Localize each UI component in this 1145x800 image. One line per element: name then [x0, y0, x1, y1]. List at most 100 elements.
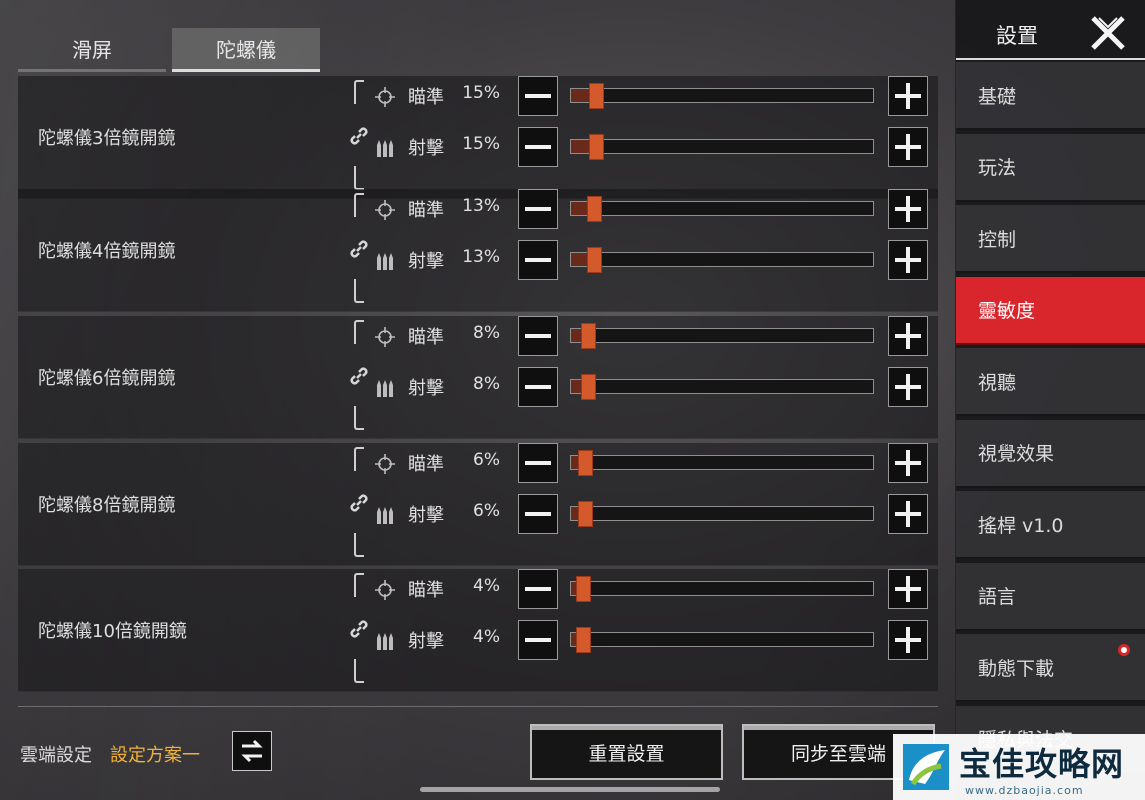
slider-thumb[interactable] [589, 134, 604, 160]
slider-thumb[interactable] [576, 627, 591, 653]
aim-percent: 13% [462, 196, 500, 216]
sidebar-item-label: 控制 [978, 228, 1017, 251]
decrease-button[interactable] [518, 443, 558, 483]
fire-percent: 15% [462, 134, 500, 154]
scrollbar[interactable] [420, 787, 720, 792]
slider-thumb[interactable] [587, 247, 602, 273]
sidebar-item[interactable]: 靈敏度 [956, 276, 1145, 345]
decrease-button[interactable] [518, 127, 558, 167]
decrease-button[interactable] [518, 76, 558, 116]
row-label: 陀螺儀4倍鏡開鏡 [38, 241, 176, 262]
ammo-icon [377, 140, 393, 157]
sidebar-item[interactable]: 基礎 [956, 62, 1145, 130]
fire-label: 射擊 [408, 505, 444, 526]
sidebar-item[interactable]: 動態下載 [956, 634, 1145, 702]
sidebar-item[interactable]: 視聽 [956, 348, 1145, 416]
link-icon[interactable] [347, 124, 371, 148]
close-icon[interactable] [1089, 14, 1127, 52]
sensitivity-row: 陀螺儀4倍鏡開鏡 瞄準 13% 射擊 13% [18, 189, 938, 312]
sidebar-item[interactable]: 語言 [956, 562, 1145, 631]
fire-slider[interactable] [570, 501, 874, 527]
slider-thumb[interactable] [576, 576, 591, 602]
slider-thumb[interactable] [581, 374, 596, 400]
aim-slider[interactable] [570, 450, 874, 476]
sidebar-item-label: 靈敏度 [978, 300, 1036, 322]
reset-settings-button[interactable]: 重置設置 [530, 724, 723, 780]
sidebar-item[interactable]: 玩法 [956, 133, 1145, 202]
increase-button[interactable] [888, 189, 928, 229]
aim-slider[interactable] [570, 576, 874, 602]
fire-slider[interactable] [570, 247, 874, 273]
minus-icon [525, 94, 551, 98]
increase-button[interactable] [888, 240, 928, 280]
bracket [354, 320, 364, 344]
increase-button[interactable] [888, 569, 928, 609]
tab-gyroscope[interactable]: 陀螺儀 [172, 28, 320, 72]
aim-label: 瞄準 [408, 327, 444, 348]
crosshair-icon [375, 454, 395, 474]
fire-control: 射擊 13% [374, 240, 934, 280]
row-label: 陀螺儀8倍鏡開鏡 [38, 495, 176, 516]
cloud-settings-label: 雲端設定 [20, 745, 92, 766]
plus-icon [895, 576, 921, 602]
bracket [354, 166, 364, 190]
fire-control: 射擊 6% [374, 494, 934, 534]
tab-swipe[interactable]: 滑屏 [18, 28, 166, 72]
sidebar-item[interactable]: 搖桿 v1.0 [956, 491, 1145, 559]
decrease-button[interactable] [518, 367, 558, 407]
aim-slider[interactable] [570, 196, 874, 222]
increase-button[interactable] [888, 76, 928, 116]
watermark-logo [903, 744, 949, 790]
notification-dot [1118, 644, 1130, 656]
link-icon[interactable] [347, 364, 371, 388]
fire-label: 射擊 [408, 251, 444, 272]
decrease-button[interactable] [518, 189, 558, 229]
minus-icon [525, 145, 551, 149]
slider-thumb[interactable] [578, 501, 593, 527]
plus-icon [895, 196, 921, 222]
plus-icon [895, 134, 921, 160]
slider-thumb[interactable] [589, 83, 604, 109]
decrease-button[interactable] [518, 240, 558, 280]
decrease-button[interactable] [518, 494, 558, 534]
aim-slider[interactable] [570, 323, 874, 349]
slider-thumb[interactable] [587, 196, 602, 222]
minus-icon [525, 512, 551, 516]
aim-control: 瞄準 4% [374, 569, 934, 609]
increase-button[interactable] [888, 127, 928, 167]
sidebar-item-label: 視聽 [978, 371, 1017, 394]
aim-label: 瞄準 [408, 454, 444, 475]
fire-slider[interactable] [570, 134, 874, 160]
increase-button[interactable] [888, 620, 928, 660]
link-icon[interactable] [347, 237, 371, 261]
slider-thumb[interactable] [581, 323, 596, 349]
aim-control: 瞄準 6% [374, 443, 934, 483]
decrease-button[interactable] [518, 316, 558, 356]
sidebar-item[interactable]: 控制 [956, 205, 1145, 273]
row-label: 陀螺儀6倍鏡開鏡 [38, 368, 176, 389]
increase-button[interactable] [888, 494, 928, 534]
cloud-preset-value[interactable]: 設定方案一 [110, 741, 200, 767]
swap-preset-button[interactable] [232, 731, 272, 771]
sensitivity-row: 陀螺儀6倍鏡開鏡 瞄準 8% 射擊 8% [18, 316, 938, 439]
ammo-icon [377, 507, 393, 524]
fire-label: 射擊 [408, 138, 444, 159]
link-icon[interactable] [347, 617, 371, 641]
decrease-button[interactable] [518, 620, 558, 660]
aim-control: 瞄準 8% [374, 316, 934, 356]
slider-thumb[interactable] [578, 450, 593, 476]
sidebar-item-label: 視覺效果 [978, 443, 1055, 465]
aim-slider[interactable] [570, 83, 874, 109]
fire-slider[interactable] [570, 374, 874, 400]
increase-button[interactable] [888, 443, 928, 483]
aim-label: 瞄準 [408, 200, 444, 221]
plus-icon [895, 247, 921, 273]
plus-icon [895, 374, 921, 400]
increase-button[interactable] [888, 367, 928, 407]
bracket [354, 80, 364, 104]
sidebar-item[interactable]: 視覺效果 [956, 419, 1145, 488]
decrease-button[interactable] [518, 569, 558, 609]
link-icon[interactable] [347, 491, 371, 515]
increase-button[interactable] [888, 316, 928, 356]
fire-slider[interactable] [570, 627, 874, 653]
